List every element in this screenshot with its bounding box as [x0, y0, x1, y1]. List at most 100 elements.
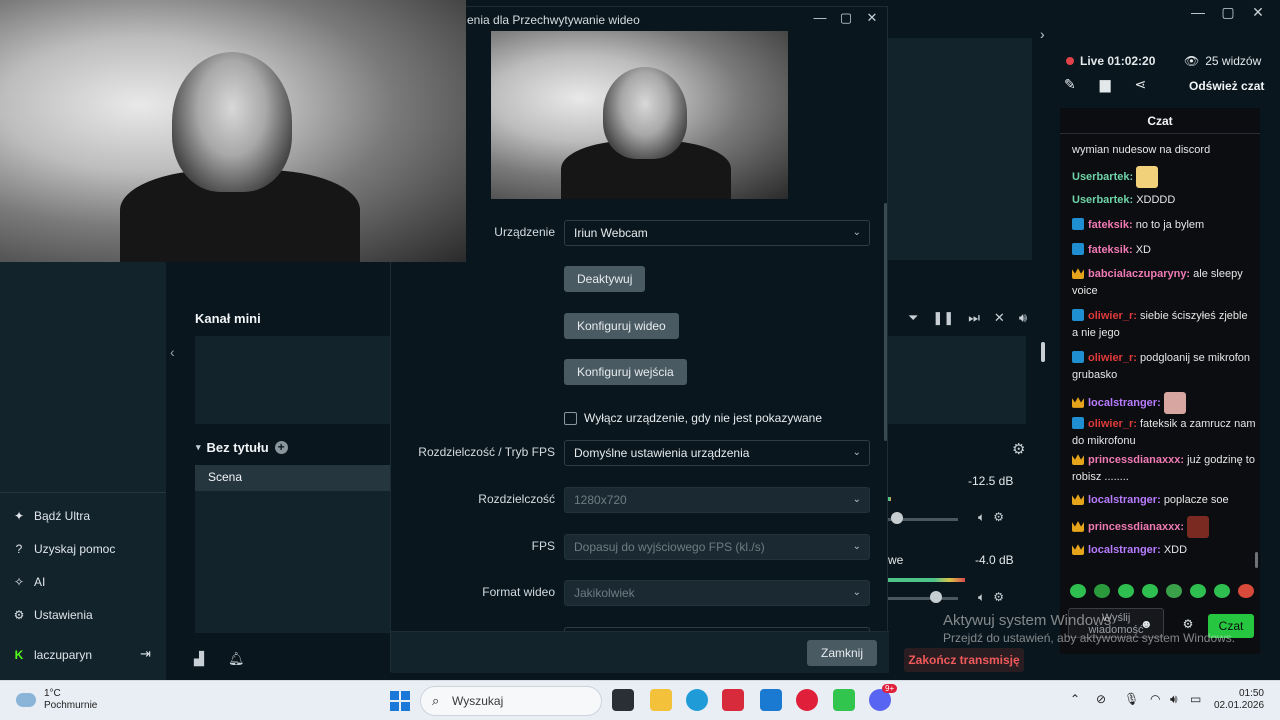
chat-username[interactable]: fateksik: [1088, 244, 1133, 256]
battery-icon[interactable]: ▭ [1190, 692, 1201, 706]
windows-start-icon[interactable] [390, 691, 410, 711]
res-fps-value: Domyślne ustawienia urządzenia [574, 446, 750, 460]
streamlabs-icon[interactable] [833, 689, 855, 711]
resolution-select[interactable]: 1280x720 ⌄ [564, 487, 870, 513]
left-sidebar: ✦ Bądź Ultra ? Uzyskaj pomoc ✧ AI ⚙ Usta… [0, 262, 166, 680]
deactivate-button[interactable]: Deaktywuj [564, 266, 646, 292]
network-off-icon[interactable]: ⊘ [1096, 692, 1106, 706]
emote-icon[interactable] [1214, 584, 1230, 598]
emote-icon[interactable] [1118, 584, 1134, 598]
chat-title: Czat [1060, 108, 1260, 134]
gear-icon[interactable]: ⚙ [993, 510, 1004, 525]
logout-icon[interactable]: ⇥ [140, 646, 151, 662]
emote-icon[interactable] [1094, 584, 1110, 598]
emote-icon[interactable] [1238, 584, 1254, 598]
chat-scrollbar[interactable] [1255, 552, 1258, 568]
scene-collection-header[interactable]: ▾ Bez tytułu + [196, 440, 288, 455]
pause-icon[interactable]: ❚❚ [932, 310, 954, 326]
antivirus-icon[interactable] [722, 689, 744, 711]
emote-icon[interactable] [1142, 584, 1158, 598]
camera-icon[interactable]: ▆ [1100, 76, 1111, 93]
mute-all-icon[interactable]: ✕ [994, 310, 1005, 326]
volume-tray-icon[interactable]: 🔊︎ [1170, 692, 1178, 707]
chat-username[interactable]: princessdianaxxx: [1088, 454, 1184, 466]
device-select[interactable]: Iriun Webcam ⌄ [564, 220, 870, 246]
chat-username[interactable]: fateksik: [1088, 219, 1133, 231]
sparkle-icon: ✦ [13, 509, 25, 523]
emote-bar [1070, 584, 1254, 598]
clock-date: 02.01.2026 [1214, 700, 1265, 711]
stats-icon[interactable]: ▟ [194, 651, 204, 667]
speaker-icon[interactable]: 🔈︎ [978, 510, 985, 525]
chevron-down-icon: ▾ [196, 442, 201, 452]
emote-icon[interactable] [1190, 584, 1206, 598]
close-button[interactable]: ✕ [1246, 4, 1270, 20]
store-icon[interactable] [760, 689, 782, 711]
chat-username[interactable]: Userbartek: [1072, 171, 1133, 183]
gear-icon[interactable]: ⚙ [993, 590, 1004, 605]
chat-username[interactable]: localstranger: [1088, 544, 1161, 556]
volume-slider-knob[interactable] [930, 591, 942, 603]
sidebar-item-ai[interactable]: ✧ AI [12, 575, 45, 589]
scene-item[interactable]: Scena [195, 465, 392, 491]
taskbar-search[interactable]: ⌕ Wyszukaj [420, 686, 602, 716]
end-stream-button[interactable]: Zakończ transmisję [904, 648, 1024, 672]
dialog-minimize-button[interactable]: — [811, 10, 829, 26]
configure-video-button[interactable]: Konfiguruj wideo [564, 313, 679, 339]
bottom-toolbar: ▟ 🔔︎ [194, 651, 245, 667]
task-view-icon[interactable] [612, 689, 634, 711]
res-fps-select[interactable]: Domyślne ustawienia urządzenia ⌄ [564, 440, 870, 466]
mixer-settings-icon[interactable]: ⚙ [1012, 440, 1025, 458]
dialog-window-controls: — ▢ ✕ [811, 10, 881, 26]
dialog-scrollbar[interactable] [884, 203, 887, 441]
file-explorer-icon[interactable] [650, 689, 672, 711]
bell-icon[interactable]: 🔔︎ [228, 651, 245, 667]
volume-slider-knob[interactable] [891, 512, 903, 524]
configure-input-button[interactable]: Konfiguruj wejścia [564, 359, 687, 385]
chat-username[interactable]: princessdianaxxx: [1088, 521, 1184, 533]
chat-username[interactable]: oliwier_r: [1088, 310, 1137, 322]
close-dialog-button[interactable]: Zamknij [807, 640, 877, 666]
chat-username[interactable]: babcialaczuparyny: [1088, 268, 1190, 280]
microphone-icon[interactable]: 🎙︎ [1124, 692, 1139, 706]
webcam-floating-preview[interactable] [0, 0, 466, 262]
opera-icon[interactable] [796, 689, 818, 711]
dialog-maximize-button[interactable]: ▢ [837, 10, 855, 26]
sidebar-user[interactable]: K laczuparyn [12, 648, 92, 662]
filter-icon[interactable]: ⏷ [908, 310, 918, 326]
edit-icon[interactable]: ✎ [1064, 76, 1076, 93]
emote-icon[interactable] [1166, 584, 1182, 598]
chat-username[interactable]: oliwier_r: [1088, 352, 1137, 364]
chevron-right-icon[interactable]: › [1040, 26, 1045, 42]
chevron-left-icon[interactable]: ‹ [170, 344, 175, 360]
scroll-indicator[interactable] [1041, 342, 1045, 362]
chat-username[interactable]: localstranger: [1088, 494, 1161, 506]
dialog-close-button[interactable]: ✕ [863, 10, 881, 26]
maximize-button[interactable]: ▢ [1216, 4, 1240, 20]
video-format-select[interactable]: Jakikolwiek ⌄ [564, 580, 870, 606]
volume-icon[interactable]: 🔊︎ [1019, 310, 1027, 326]
chevron-up-icon[interactable]: ⌃ [1070, 692, 1080, 706]
add-scene-icon[interactable]: + [274, 441, 288, 454]
fps-select[interactable]: Dopasuj do wyjściowego FPS (kl./s) ⌄ [564, 534, 870, 560]
weather-widget[interactable]: 1°C Pochmurnie [16, 688, 97, 712]
disable-when-hidden-checkbox[interactable] [564, 411, 577, 425]
chat-username[interactable]: oliwier_r: [1088, 418, 1137, 430]
minimize-button[interactable]: — [1186, 4, 1210, 20]
skip-icon[interactable]: ⏭ [968, 310, 980, 326]
speaker-icon[interactable]: 🔈︎ [978, 590, 985, 605]
chat-username[interactable]: localstranger: [1088, 397, 1161, 409]
sidebar-item-ultra[interactable]: ✦ Bądź Ultra [12, 509, 90, 523]
share-icon[interactable]: ⋖ [1135, 76, 1147, 93]
edge-icon[interactable] [686, 689, 708, 711]
chat-username[interactable]: Userbartek: [1072, 194, 1133, 206]
wifi-icon[interactable]: ◠ [1150, 692, 1160, 706]
taskbar-clock[interactable]: 01:50 02.01.2026 [1214, 688, 1264, 712]
cloud-icon [16, 693, 36, 707]
chat-text: wymian nudesow na discord [1072, 144, 1211, 156]
emote-icon[interactable] [1070, 584, 1086, 598]
volume-slider-track[interactable] [888, 597, 958, 600]
sidebar-item-help[interactable]: ? Uzyskaj pomoc [12, 542, 116, 556]
refresh-chat-button[interactable]: Odśwież czat [1189, 79, 1264, 93]
sidebar-item-settings[interactable]: ⚙ Ustawienia [12, 608, 93, 622]
